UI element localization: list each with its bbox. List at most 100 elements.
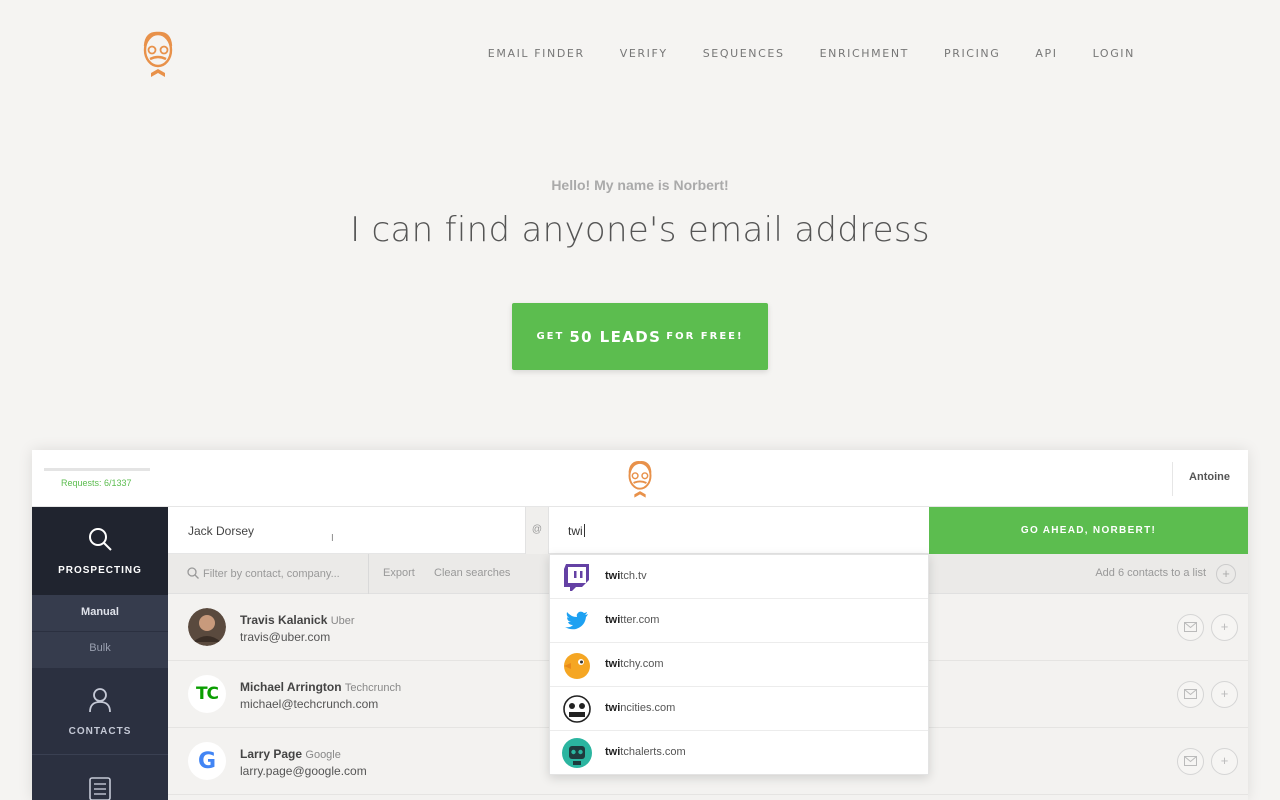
filter-input[interactable]: Filter by contact, company... [168,554,369,594]
contact-name-text: Travis Kalanick [240,613,328,627]
get-free-leads-button[interactable]: GET 50 LEADS FOR FREE! [512,303,768,370]
suggestion-item[interactable]: twincities.com [550,687,928,731]
hero-greeting: Hello! My name is Norbert! [551,177,729,193]
suggestion-domain: twitchalerts.com [605,746,686,758]
nav-verify[interactable]: VERIFY [620,47,668,60]
contact-name: Travis Kalanick Uber [240,613,355,627]
twitch-logo-icon [564,564,589,591]
suggestion-match: twi [605,614,621,626]
hero-headline: I can find anyone's email address [350,210,930,250]
suggestion-item[interactable]: twitchy.com [550,643,928,687]
domain-input[interactable]: twi [549,507,929,554]
search-row: Jack Dorsey I @ twi GO AHEAD, NORBERT! [168,507,1248,554]
twincities-logo-icon [563,695,591,723]
requests-counter: Requests: 6/1337 [61,478,132,488]
avatar [188,608,226,646]
nav-sequences[interactable]: SEQUENCES [703,47,785,60]
filter-placeholder: Filter by contact, company... [203,568,340,580]
norbert-logo-icon[interactable] [136,28,180,80]
twitchalerts-robot-icon [562,738,592,768]
google-logo-icon: G [188,742,226,780]
suggestion-item[interactable]: twitchalerts.com [550,731,928,775]
contact-name-text: Larry Page [240,747,303,761]
contact-email: michael@techcrunch.com [240,697,379,711]
sidebar-item-contacts[interactable]: CONTACTS [32,668,168,754]
requests-progress-bar [44,468,150,471]
sidebar-label-contacts: CONTACTS [68,726,132,737]
suggestion-rest: tch.tv [620,570,647,582]
envelope-icon [1184,756,1197,766]
user-icon [89,688,111,713]
contact-email: travis@uber.com [240,630,331,644]
contact-company: Techcrunch [344,682,402,694]
nav-api[interactable]: API [1035,47,1057,60]
add-to-list-button[interactable]: + [1216,564,1236,584]
suggestion-item[interactable]: twitch.tv [550,555,928,599]
nav-enrichment[interactable]: ENRICHMENT [820,47,909,60]
user-name[interactable]: Antoine [1189,471,1230,483]
sidebar-item-manual[interactable]: Manual [32,595,168,632]
app-header: Requests: 6/1337 Antoine [32,450,1248,507]
main-nav: EMAIL FINDER VERIFY SEQUENCES ENRICHMENT… [453,47,1135,60]
app-sidebar: PROSPECTING Manual Bulk CONTACTS [32,507,168,800]
list-icon [89,777,111,800]
suggestion-domain: twincities.com [605,702,675,714]
domain-input-value: twi [568,524,583,538]
nav-pricing[interactable]: PRICING [944,47,1000,60]
add-contact-button[interactable]: + [1211,748,1238,775]
sidebar-label-prospecting: PROSPECTING [58,565,142,576]
email-button[interactable] [1177,681,1204,708]
norbert-app-logo-icon [628,461,652,498]
contact-name: Larry Page Google [240,747,341,761]
clean-searches-button[interactable]: Clean searches [434,567,510,579]
nav-email-finder[interactable]: EMAIL FINDER [488,47,585,60]
twitchy-bird-icon [564,653,590,679]
contact-name-text: Michael Arrington [240,680,342,694]
sidebar-item-lists[interactable] [32,754,168,800]
cta-prefix: GET [536,331,565,342]
suggestion-rest: tchy.com [620,658,664,670]
suggestion-match: twi [605,658,621,670]
tc-logo-text: TC [195,684,219,704]
header-divider [1172,462,1173,496]
email-button[interactable] [1177,748,1204,775]
suggestion-rest: tter.com [620,614,660,626]
suggestion-domain: twitter.com [605,614,659,626]
sidebar-item-prospecting[interactable]: PROSPECTING [32,507,168,595]
add-to-list-label[interactable]: Add 6 contacts to a list [1095,567,1206,579]
suggestion-domain: twitch.tv [605,570,647,582]
search-icon [187,567,199,579]
suggestion-match: twi [605,570,621,582]
app-preview: Requests: 6/1337 Antoine PROSPECTING Man… [32,450,1248,800]
envelope-icon [1184,622,1197,632]
text-caret [583,524,585,537]
add-contact-button[interactable]: + [1211,614,1238,641]
envelope-icon [1184,689,1197,699]
contact-email: larry.page@google.com [240,764,367,778]
cta-main: 50 LEADS [569,327,662,346]
nav-login[interactable]: LOGIN [1093,47,1135,60]
techcrunch-logo-icon: TC [188,675,226,713]
suggestion-domain: twitchy.com [605,658,663,670]
go-ahead-button[interactable]: GO AHEAD, NORBERT! [929,507,1248,554]
twitter-bird-icon [565,611,588,630]
suggestion-rest: tchalerts.com [620,746,686,758]
sidebar-item-bulk[interactable]: Bulk [32,632,168,668]
contact-name: Michael Arrington Techcrunch [240,680,401,694]
name-input[interactable]: Jack Dorsey [168,507,525,554]
text-cursor-icon: I [331,533,334,544]
at-separator: @ [525,507,549,554]
contact-company: Google [305,749,341,761]
google-logo-text: G [197,748,217,774]
cta-suffix: FOR FREE! [666,331,744,342]
suggestion-item[interactable]: twitter.com [550,599,928,643]
suggestion-match: twi [605,702,621,714]
export-button[interactable]: Export [383,567,415,579]
contact-company: Uber [330,615,355,627]
suggestion-match: twi [605,746,621,758]
search-icon [89,528,112,551]
add-contact-button[interactable]: + [1211,681,1238,708]
domain-suggestions-dropdown: twitch.tv twitter.com twitchy.com twinci… [549,554,929,775]
email-button[interactable] [1177,614,1204,641]
suggestion-rest: ncities.com [620,702,676,714]
